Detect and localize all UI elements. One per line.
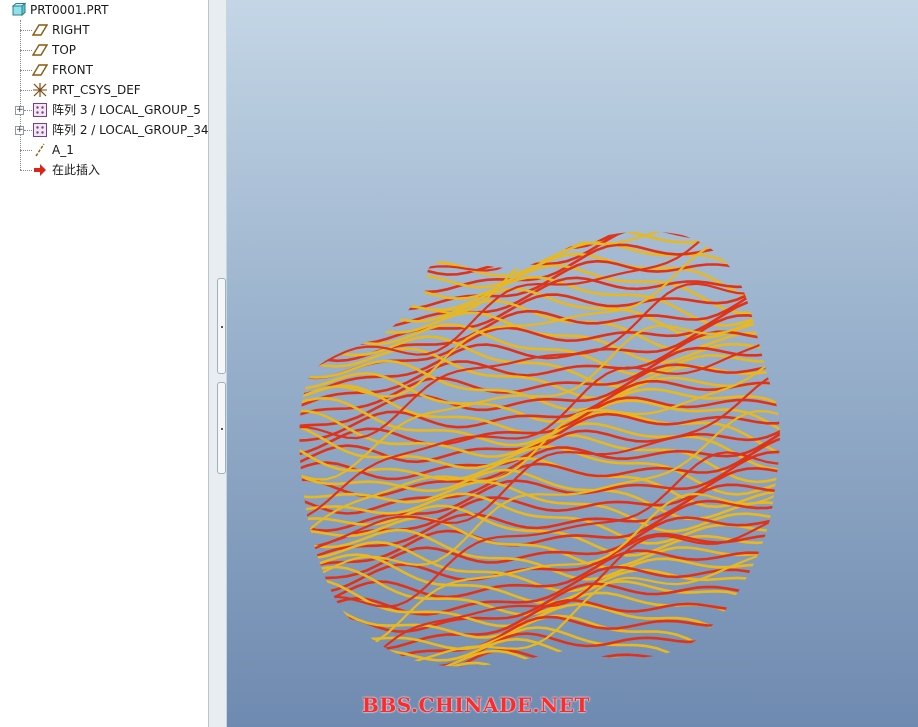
tree-connector [20,30,32,31]
wire-curve [299,231,780,264]
model-tree-panel: PRT0001.PRT RIGHT TOP FRONT PRT_CSYS_DEF… [0,0,209,727]
tree-item-top[interactable]: TOP [31,40,77,60]
grip-dot [221,428,223,430]
tree-item-pattern-2[interactable]: 阵列 2 / LOCAL_GROUP_34 [32,120,208,140]
tree-item-label: A_1 [52,143,74,157]
pattern-icon [32,102,48,118]
tree-item-label: 阵列 3 / LOCAL_GROUP_5 [52,103,201,117]
tree-item-label: 阵列 2 / LOCAL_GROUP_34 [52,123,209,137]
tree-item-csys[interactable]: PRT_CSYS_DEF [32,80,141,100]
insert-here-arrow-icon [32,162,48,178]
coordinate-system-icon [32,82,48,98]
collapse-sash-handle[interactable] [217,278,226,374]
tree-item-label: PRT0001.PRT [30,3,109,17]
tree-connector [20,20,21,170]
wire-curve [299,619,780,667]
wireframe-curves [299,231,780,667]
tree-item-front[interactable]: FRONT [31,60,93,80]
tree-connector [20,170,32,171]
datum-plane-icon [31,22,49,38]
tree-connector [20,50,32,51]
tree-item-label: FRONT [52,63,93,77]
datum-plane-icon [31,62,49,78]
tree-item-right[interactable]: RIGHT [31,20,90,40]
wire-curve [299,231,780,256]
watermark-text: BBS.CHINADE.NET [362,693,590,717]
tree-item-label: 在此插入 [52,163,101,177]
tree-item-axis[interactable]: A_1 [32,140,74,160]
graphics-viewport[interactable]: BBS.CHINADE.NET [227,0,918,727]
tree-connector [24,130,32,131]
tree-item-label: PRT_CSYS_DEF [52,83,141,97]
tree-item-insert-here[interactable]: 在此插入 [32,160,100,180]
wire-curve [299,231,780,254]
tree-connector [20,150,32,151]
wire-curve [299,628,780,667]
tree-item-root[interactable]: PRT0001.PRT [10,0,108,20]
tree-item-pattern-3[interactable]: 阵列 3 / LOCAL_GROUP_5 [32,100,201,120]
wire-curve [299,231,780,381]
tree-connector [20,90,32,91]
expand-icon[interactable]: + [15,106,24,115]
expand-icon[interactable]: + [15,126,24,135]
tree-connector [20,70,32,71]
pattern-icon [32,122,48,138]
wireframe-model [299,231,780,667]
collapse-sash-handle[interactable] [217,382,226,474]
wire-curve [299,243,780,303]
grip-dot [221,326,223,328]
tree-connector [24,110,32,111]
tree-item-label: RIGHT [52,23,90,37]
part-icon [10,2,27,18]
datum-plane-icon [31,42,49,58]
tree-item-label: TOP [52,43,77,57]
datum-axis-icon [32,142,48,158]
